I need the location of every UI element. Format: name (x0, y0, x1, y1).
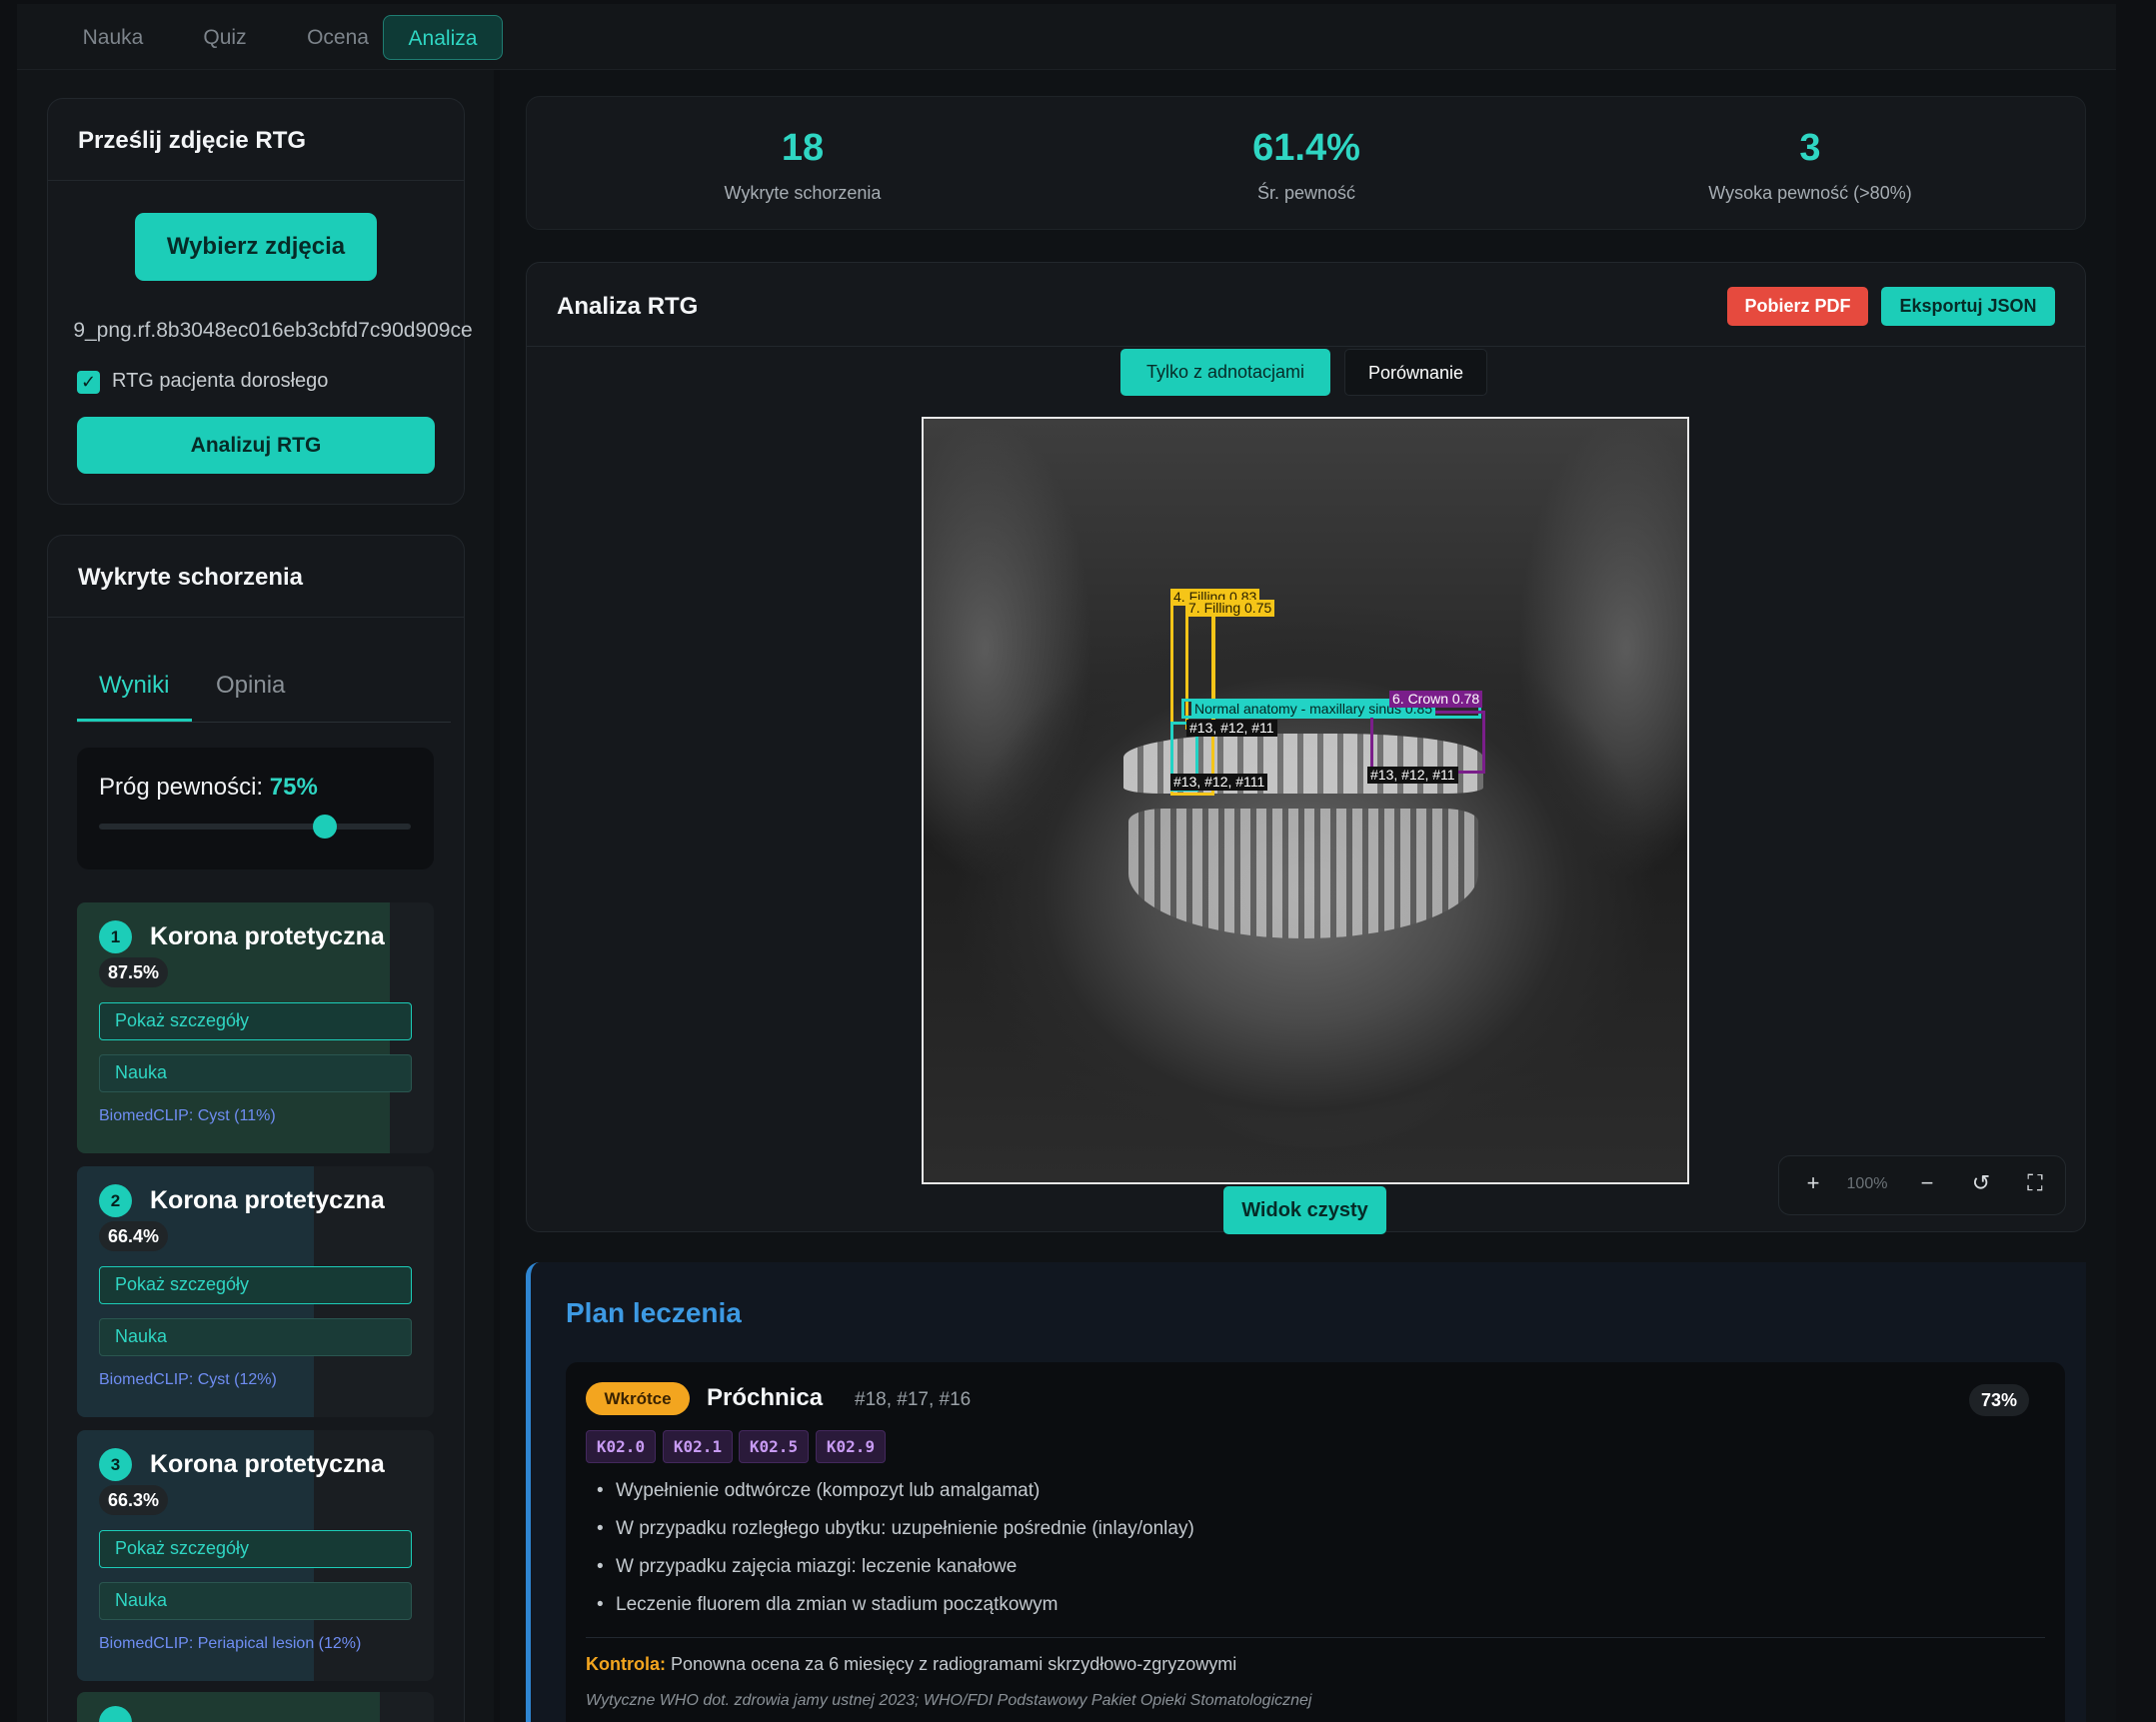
tab-ocena[interactable]: Ocena (285, 15, 391, 60)
detection-confidence: 66.3% (99, 1485, 169, 1515)
detection-number: 1 (99, 920, 132, 953)
subtab-active-indicator (77, 719, 192, 722)
followup-note: Kontrola: Ponowna ocena za 6 miesięcy z … (586, 1654, 1236, 1675)
threshold-slider-thumb[interactable] (313, 815, 337, 839)
detection-item[interactable]: 3 Korona protetyczna 66.3% Pokaż szczegó… (77, 1430, 434, 1681)
upload-title: Prześlij zdjęcie RTG (78, 127, 307, 154)
download-pdf-button[interactable]: Pobierz PDF (1727, 287, 1868, 326)
subtab-divider (77, 722, 451, 723)
stat-avg-confidence-value: 61.4% (1252, 127, 1360, 169)
treatment-step: Wypełnienie odtwórcze (kompozyt lub amal… (597, 1480, 1040, 1502)
annotation-label: 7. Filling 0.75 (1185, 600, 1275, 617)
analyze-xray-button[interactable]: Analizuj RTG (77, 417, 435, 474)
show-details-button[interactable]: Pokaż szczegóły (99, 1266, 412, 1304)
upload-card: Prześlij zdjęcie RTG Wybierz zdjęcia 9_p… (47, 98, 473, 505)
icd-code-chip: K02.5 (739, 1430, 809, 1463)
compare-button[interactable]: Porównanie (1344, 349, 1487, 396)
detection-item[interactable]: 1 Korona protetyczna 87.5% Pokaż szczegó… (77, 902, 434, 1153)
treatment-step: W przypadku zajęcia miazgi: leczenie kan… (597, 1556, 1017, 1578)
treatment-step: W przypadku rozległego ubytku: uzupełnie… (597, 1518, 1194, 1540)
zoom-out-button[interactable]: − (1911, 1170, 1943, 1196)
followup-label: Kontrola: (586, 1654, 666, 1674)
detections-title: Wykryte schorzenia (78, 564, 303, 591)
biomedclip-hint: BiomedCLIP: Periapical lesion (12%) (99, 1635, 362, 1652)
annotation-label: 6. Crown 0.78 (1389, 691, 1483, 708)
plan-divider (586, 1637, 2045, 1638)
plan-confidence: 73% (1969, 1384, 2029, 1416)
stat-avg-confidence-label: Śr. pewność (1256, 183, 1356, 203)
treatment-plan-title: Plan leczenia (566, 1297, 742, 1328)
tab-opinia[interactable]: Opinia (216, 672, 285, 700)
analysis-header: Analiza RTG Pobierz PDF Eksportuj JSON (527, 263, 2085, 347)
detection-number: 2 (99, 1184, 132, 1217)
zoom-level: 100% (1846, 1175, 1888, 1192)
xray-image[interactable]: 4. Filling 0.83 7. Filling 0.75 Normal a… (922, 417, 1689, 1184)
lower-teeth-region (1128, 809, 1478, 938)
fullscreen-icon[interactable]: ⛶ (2019, 1170, 2051, 1196)
show-details-button[interactable]: Pokaż szczegóły (99, 1530, 412, 1568)
upload-card-header: Prześlij zdjęcie RTG (48, 99, 464, 181)
detection-item[interactable]: 2 Korona protetyczna 66.4% Pokaż szczegó… (77, 1166, 434, 1417)
stat-detected-label: Wykryte schorzenia (724, 183, 882, 203)
tooth-number-label: #13, #12, #111 (1170, 774, 1268, 791)
treatment-plan-item: Wkrótce Próchnica #18, #17, #16 73% K02.… (566, 1362, 2065, 1722)
followup-text: Ponowna ocena za 6 miesięcy z radiograma… (671, 1654, 1237, 1674)
choose-images-button[interactable]: Wybierz zdjęcia (135, 213, 377, 281)
adult-patient-label: RTG pacjenta dorosłego (112, 370, 329, 392)
detection-name: Korona protetyczna (150, 1450, 385, 1478)
stat-high-confidence-label: Wysoka pewność (>80%) (1708, 183, 1912, 203)
learn-button[interactable]: Nauka (99, 1582, 412, 1620)
biomedclip-hint: BiomedCLIP: Cyst (11%) (99, 1107, 276, 1124)
affected-teeth: #18, #17, #16 (855, 1389, 972, 1410)
selected-filename: 9_png.rf.8b3048ec016eb3cbfd7c90d909ce (73, 319, 473, 342)
detection-name: Korona protetyczna (150, 1186, 385, 1214)
annotation-box-crown[interactable] (1370, 711, 1485, 774)
priority-badge: Wkrótce (586, 1382, 690, 1415)
detection-item[interactable] (77, 1692, 434, 1722)
learn-button[interactable]: Nauka (99, 1054, 412, 1092)
annotated-only-button[interactable]: Tylko z adnotacjami (1120, 349, 1330, 396)
stat-detected-value: 18 (781, 127, 825, 169)
guidelines-source: Wytyczne WHO dot. zdrowia jamy ustnej 20… (586, 1692, 1312, 1709)
detection-name: Korona protetyczna (150, 922, 385, 950)
confidence-threshold: Próg pewności: 75% (77, 748, 434, 869)
icd-code-chip: K02.0 (586, 1430, 656, 1463)
icd-code-chip: K02.9 (816, 1430, 886, 1463)
show-details-button[interactable]: Pokaż szczegóły (99, 1002, 412, 1040)
detection-number: 3 (99, 1448, 132, 1481)
analysis-title: Analiza RTG (557, 293, 699, 320)
tab-wyniki[interactable]: Wyniki (99, 672, 169, 700)
detections-card-header: Wykryte schorzenia (48, 536, 464, 618)
export-json-button[interactable]: Eksportuj JSON (1881, 287, 2055, 326)
zoom-in-button[interactable]: + (1797, 1170, 1829, 1196)
reset-zoom-icon[interactable]: ↺ (1965, 1170, 1997, 1196)
icd-code-chip: K02.1 (663, 1430, 733, 1463)
treatment-step: Leczenie fluorem dla zmian w stadium poc… (597, 1594, 1058, 1616)
detection-confidence: 87.5% (99, 957, 169, 987)
threshold-value: 75% (269, 774, 318, 801)
zoom-controls: + 100% − ↺ ⛶ (1778, 1155, 2066, 1215)
treatment-plan: Plan leczenia Wkrótce Próchnica #18, #17… (526, 1262, 2086, 1722)
tooth-number-label: #13, #12, #11 (1367, 767, 1458, 784)
stat-high-confidence-value: 3 (1799, 127, 1821, 169)
stats-summary: 18 Wykryte schorzenia 61.4% Śr. pewność … (526, 96, 2086, 230)
detection-confidence: 66.4% (99, 1221, 169, 1251)
tooth-number-label: #13, #12, #11 (1186, 720, 1277, 737)
top-navigation: Nauka Quiz Ocena Analiza (17, 4, 2116, 70)
tab-quiz[interactable]: Quiz (177, 15, 273, 60)
condition-name: Próchnica (707, 1384, 824, 1411)
learn-button[interactable]: Nauka (99, 1318, 412, 1356)
left-sidebar: Prześlij zdjęcie RTG Wybierz zdjęcia 9_p… (17, 70, 494, 1722)
biomedclip-hint: BiomedCLIP: Cyst (12%) (99, 1371, 277, 1388)
threshold-slider-track[interactable] (99, 824, 411, 830)
threshold-label: Próg pewności: 75% (99, 774, 318, 801)
adult-patient-checkbox[interactable]: ✓ (77, 371, 100, 394)
tab-analiza[interactable]: Analiza (383, 15, 503, 60)
clean-view-button[interactable]: Widok czysty (1223, 1186, 1386, 1234)
xray-analysis-panel: Analiza RTG Pobierz PDF Eksportuj JSON T… (526, 262, 2086, 1234)
tab-nauka[interactable]: Nauka (57, 15, 169, 60)
